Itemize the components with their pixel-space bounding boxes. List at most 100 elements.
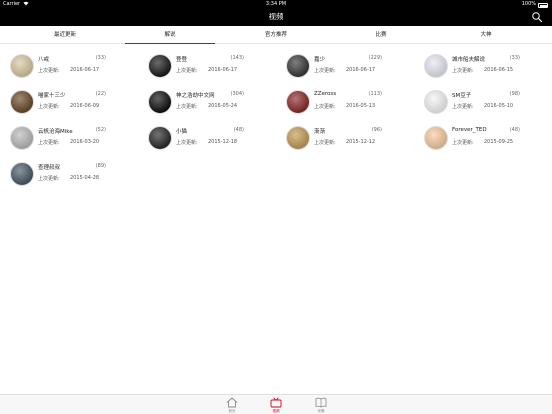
avatar	[286, 90, 310, 114]
avatar	[148, 54, 172, 78]
item-name: ZZeross	[314, 91, 337, 97]
avatar	[424, 90, 448, 114]
item-name: 喵家十三少	[38, 93, 66, 99]
updated-label: 上次更新:	[38, 68, 60, 74]
item-date: 2016-03-20	[70, 139, 100, 145]
nav-guide[interactable]: 攻略	[306, 395, 336, 414]
nav-video[interactable]: 视频	[261, 395, 291, 414]
item-name: SM豆子	[452, 93, 472, 99]
book-icon	[315, 397, 327, 408]
bottom-tab-bar: 首页 视频 攻略	[0, 394, 552, 414]
avatar	[10, 126, 34, 150]
item-date: 2016-06-17	[70, 67, 100, 73]
item-name: 小猫	[176, 129, 188, 135]
tv-icon	[270, 397, 282, 408]
nav-video-label: 视频	[272, 409, 280, 413]
avatar	[10, 54, 34, 78]
avatar	[10, 90, 34, 114]
updated-label: 上次更新:	[38, 176, 60, 182]
item-date: 2015-04-28	[70, 175, 100, 181]
updated-label: 上次更新:	[176, 104, 198, 110]
updated-label: 上次更新:	[314, 68, 336, 74]
page-title: 视频	[268, 12, 284, 21]
tab-recent[interactable]: 最近更新	[10, 26, 120, 44]
item-count: (229)	[368, 55, 382, 61]
item-date: 2016-06-15	[484, 67, 514, 73]
tab-commentary[interactable]: 解说	[115, 26, 225, 44]
updated-label: 上次更新:	[314, 140, 336, 146]
list-item[interactable]: 神之浩劫中文网 (304) 上次更新: 2016-05-24	[138, 80, 276, 116]
item-name: Forever_TED	[452, 127, 487, 133]
search-icon[interactable]	[531, 11, 543, 23]
avatar	[286, 54, 310, 78]
updated-label: 上次更新:	[314, 104, 336, 110]
list-item[interactable]: 登登 (143) 上次更新: 2016-06-17	[138, 44, 276, 80]
avatar	[10, 162, 34, 186]
tab-masters[interactable]: 大神	[431, 26, 541, 44]
list-item[interactable]: 喵家十三少 (22) 上次更新: 2016-06-09	[0, 80, 138, 116]
tab-matches[interactable]: 比赛	[326, 26, 436, 44]
item-count: (48)	[233, 127, 244, 133]
item-date: 2016-05-13	[346, 103, 376, 109]
item-count: (143)	[230, 55, 244, 61]
avatar	[148, 126, 172, 150]
item-count: (113)	[368, 91, 382, 97]
item-date: 2016-06-09	[70, 103, 100, 109]
list-item[interactable]: 嘉少 (229) 上次更新: 2016-06-17	[276, 44, 414, 80]
item-date: 2016-06-17	[346, 67, 376, 73]
avatar	[148, 90, 172, 114]
updated-label: 上次更新:	[38, 140, 60, 146]
avatar	[286, 126, 310, 150]
item-name: 查理叔叔	[38, 165, 61, 171]
item-count: (33)	[95, 55, 106, 61]
battery-percent: 100%	[521, 1, 536, 7]
list-item[interactable]: 城市船夫解说 (33) 上次更新: 2016-06-15	[414, 44, 552, 80]
list-item[interactable]: 渐渐 (96) 上次更新: 2015-12-12	[276, 116, 414, 152]
updated-label: 上次更新:	[452, 68, 474, 74]
list-item[interactable]: 云帆沧海Mike (52) 上次更新: 2016-03-20	[0, 116, 138, 152]
top-bar: Carrier 3:34 PM 100% 视频	[0, 0, 552, 26]
item-name: 云帆沧海Mike	[38, 129, 73, 135]
item-count: (52)	[95, 127, 106, 133]
list-item[interactable]: Forever_TED (48) 上次更新: 2015-09-25	[414, 116, 552, 152]
updated-label: 上次更新:	[452, 104, 474, 110]
battery-icon	[538, 3, 548, 8]
tab-official[interactable]: 官方推荐	[221, 26, 331, 44]
nav-home[interactable]: 首页	[217, 395, 247, 414]
battery-status: 100%	[522, 0, 548, 9]
list-item[interactable]: 小猫 (48) 上次更新: 2015-12-18	[138, 116, 276, 152]
list-item[interactable]: 查理叔叔 (89) 上次更新: 2015-04-28	[0, 152, 138, 188]
item-name: 八戒	[38, 57, 50, 63]
nav-home-label: 首页	[228, 409, 236, 413]
list-item[interactable]: 八戒 (33) 上次更新: 2016-06-17	[0, 44, 138, 80]
updated-label: 上次更新:	[38, 104, 60, 110]
status-bar: Carrier 3:34 PM 100%	[0, 0, 552, 9]
list-item[interactable]: SM豆子 (98) 上次更新: 2016-05-10	[414, 80, 552, 116]
item-count: (304)	[230, 91, 244, 97]
item-date: 2016-05-10	[484, 103, 514, 109]
category-tabs: 最近更新 解说 官方推荐 比赛 大神	[0, 26, 552, 44]
item-name: 城市船夫解说	[452, 57, 486, 63]
item-name: 登登	[176, 57, 188, 63]
item-count: (48)	[509, 127, 520, 133]
item-count: (96)	[371, 127, 382, 133]
home-icon	[226, 397, 238, 408]
item-count: (22)	[95, 91, 106, 97]
item-count: (33)	[509, 55, 520, 61]
clock: 3:34 PM	[265, 1, 287, 7]
avatar	[424, 126, 448, 150]
updated-label: 上次更新:	[452, 140, 474, 146]
item-name: 神之浩劫中文网	[176, 93, 215, 99]
item-date: 2015-12-18	[208, 139, 238, 145]
item-name: 渐渐	[314, 129, 326, 135]
avatar	[424, 54, 448, 78]
item-date: 2015-12-12	[346, 139, 376, 145]
item-count: (89)	[95, 163, 106, 169]
item-name: 嘉少	[314, 57, 326, 63]
item-count: (98)	[509, 91, 520, 97]
list-item[interactable]: ZZeross (113) 上次更新: 2016-05-13	[276, 80, 414, 116]
item-date: 2016-05-24	[208, 103, 238, 109]
item-date: 2015-09-25	[484, 139, 514, 145]
updated-label: 上次更新:	[176, 140, 198, 146]
updated-label: 上次更新:	[176, 68, 198, 74]
